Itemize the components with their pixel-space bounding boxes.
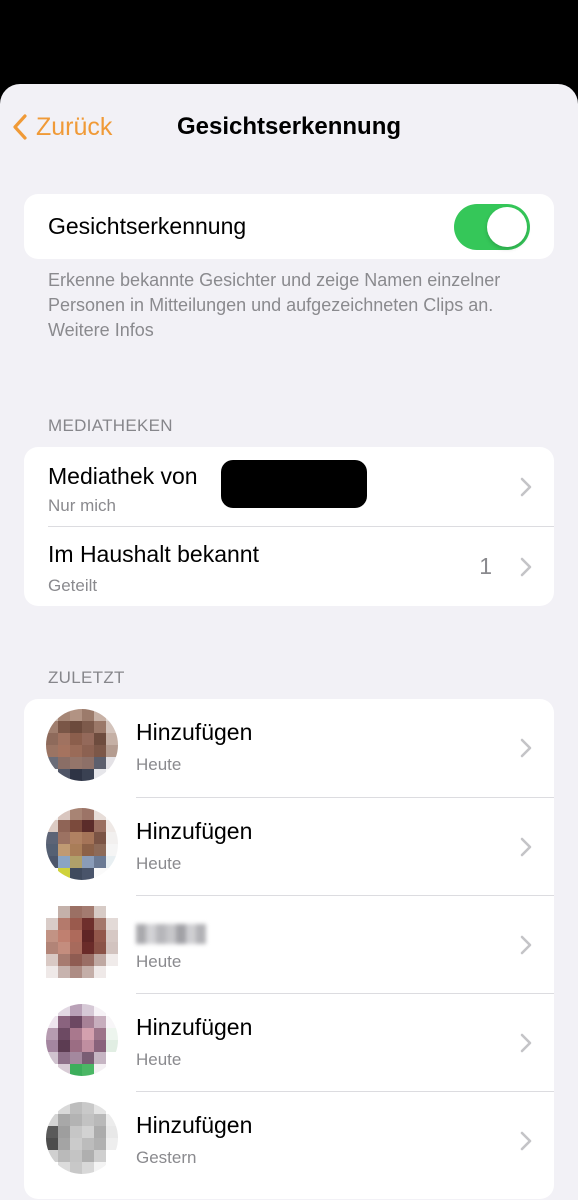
redacted-name-block (221, 460, 367, 508)
chevron-right-icon (520, 738, 532, 758)
recent-person-row[interactable]: Hinzufügen Heute (24, 798, 554, 895)
recent-person-row[interactable]: Hinzufügen Heute (24, 994, 554, 1091)
person-title: Hinzufügen (136, 1112, 253, 1138)
chevron-right-icon (520, 935, 532, 955)
face-avatar (46, 808, 118, 880)
person-subtitle: Heute (136, 854, 182, 873)
description-text: Erkenne bekannte Gesichter und zeige Nam… (48, 270, 501, 315)
library-title: Mediathek von (48, 463, 198, 489)
person-subtitle: Heute (136, 755, 182, 774)
face-avatar (46, 709, 118, 781)
recent-person-row[interactable]: Hinzufügen Gestern (24, 1092, 554, 1189)
person-subtitle: Heute (136, 1050, 182, 1069)
libraries-section-header: MEDIATHEKEN (48, 416, 173, 435)
person-title: Hinzufügen (136, 818, 253, 844)
face-recognition-description: Erkenne bekannte Gesichter und zeige Nam… (48, 268, 558, 343)
libraries-card: Mediathek von Nur mich Im Haushalt bekan… (24, 447, 554, 606)
recent-person-row[interactable]: Heute (24, 896, 554, 993)
library-subtitle: Nur mich (48, 496, 117, 515)
toggle-knob (487, 207, 527, 247)
person-title: Hinzufügen (136, 719, 253, 745)
chevron-right-icon (520, 477, 532, 497)
page-title: Gesichtserkennung (176, 113, 402, 140)
face-recognition-label: Gesichtserkennung (48, 213, 247, 239)
person-subtitle: Heute (136, 952, 182, 971)
chevron-right-icon (520, 1033, 532, 1053)
more-info-link[interactable]: Weitere Infos (48, 318, 558, 343)
face-recognition-toggle[interactable] (454, 204, 530, 250)
face-avatar (46, 906, 118, 978)
face-avatar (46, 1004, 118, 1076)
chevron-right-icon (520, 1131, 532, 1151)
settings-sheet: Zurück Gesichtserkennung Gesichtserkennu… (0, 84, 578, 1200)
recent-section-header: ZULETZT (48, 668, 125, 687)
library-title: Im Haushalt bekannt (48, 541, 259, 567)
person-subtitle: Gestern (136, 1148, 197, 1167)
library-row-own[interactable]: Mediathek von Nur mich (24, 447, 554, 526)
navigation-bar: Zurück Gesichtserkennung (0, 84, 578, 168)
library-subtitle: Geteilt (48, 576, 98, 595)
library-count: 1 (479, 553, 492, 579)
chevron-right-icon (520, 557, 532, 577)
person-title: Hinzufügen (136, 1014, 253, 1040)
face-recognition-card: Gesichtserkennung (24, 194, 554, 259)
library-row-household[interactable]: Im Haushalt bekannt Geteilt 1 (24, 527, 554, 606)
recent-person-row[interactable]: Hinzufügen Heute (24, 699, 554, 797)
blurred-person-name (136, 924, 206, 944)
chevron-right-icon (520, 837, 532, 857)
recent-card: Hinzufügen Heute Hinzufügen Heute Heute … (24, 699, 554, 1199)
face-avatar (46, 1102, 118, 1174)
